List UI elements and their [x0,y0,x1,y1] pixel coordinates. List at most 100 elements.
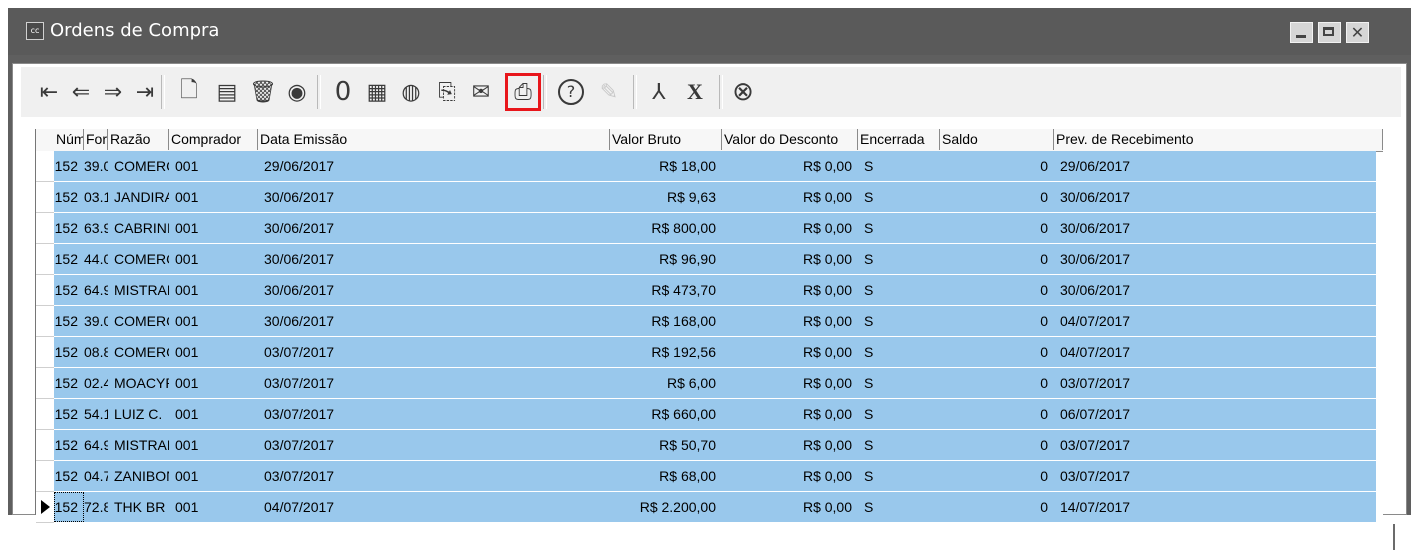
table-cell[interactable]: R$ 800,00 [610,213,722,243]
table-row[interactable]: 152 64.9 MISTRAL 001 03/07/2017 R$ 50,70 R$ 0,… [36,430,1383,461]
table-cell[interactable]: MISTRAL [108,430,169,460]
table-cell[interactable]: S [858,213,940,243]
row-indicator[interactable] [36,368,54,399]
table-cell[interactable]: S [858,492,940,522]
table-cell[interactable]: S [858,461,940,491]
table-row[interactable]: 15208.8COMERC00103/07/2017R$ 192,56R$ 0,… [36,337,1383,368]
table-cell[interactable]: 30/06/2017 [258,306,610,336]
table-cell[interactable]: MISTRAL [108,275,169,305]
table-cell[interactable]: R$ 50,70 [610,430,722,460]
table-cell[interactable]: 152 [54,430,84,460]
table-row[interactable]: 152 03.1 JANDIRA 001 30/06/2017 R$ 9,63 R$ 0,0… [36,182,1383,213]
table-cell[interactable]: 30/06/2017 [258,275,610,305]
table-cell[interactable]: S [858,244,940,274]
title-bar[interactable]: cc Ordens de Compra ✕ [8,8,1411,55]
chart-button[interactable]: ◍ [393,73,429,111]
new-document-button[interactable]: 🗋 [171,73,207,111]
pdf-button[interactable]: ⅄ [641,73,677,111]
table-cell[interactable]: 152 [54,151,84,181]
table-cell[interactable]: 001 [169,244,258,274]
table-cell[interactable]: R$ 192,56 [610,337,722,367]
table-row[interactable]: 15239.0COMERC00129/06/2017R$ 18,00R$ 0,0… [36,151,1383,182]
table-cell[interactable]: COMERC [108,337,169,367]
table-cell[interactable]: S [858,399,940,429]
table-cell[interactable]: 72.8 [84,492,108,522]
table-cell[interactable]: 0 [940,213,1054,243]
table-cell[interactable]: 0 [940,461,1054,491]
table-cell[interactable]: 0 [940,399,1054,429]
table-cell[interactable]: 04/07/2017 [1054,337,1383,367]
column-header[interactable]: Saldo [940,129,1054,150]
table-cell[interactable]: 152 [54,213,84,243]
table-cell[interactable]: R$ 473,70 [610,275,722,305]
table-cell[interactable]: R$ 18,00 [610,151,722,181]
table-cell[interactable]: R$ 9,63 [610,182,722,212]
column-header[interactable]: Prev. de Recebimento [1054,129,1383,150]
table-cell[interactable]: R$ 168,00 [610,306,722,336]
table-cell[interactable]: S [858,275,940,305]
table-cell[interactable]: 001 [169,275,258,305]
table-cell[interactable]: 001 [169,337,258,367]
column-header[interactable]: Valor Bruto [610,129,722,150]
table-cell[interactable]: 001 [169,306,258,336]
table-cell[interactable]: 03/07/2017 [1054,461,1383,491]
table-cell[interactable]: R$ 0,00 [722,368,858,398]
table-cell[interactable]: 152 [54,492,84,522]
row-indicator[interactable] [36,275,54,306]
table-row[interactable]: 15244.0COMERC00130/06/2017R$ 96,90R$ 0,0… [36,244,1383,275]
table-cell[interactable]: ZANIBONI [108,461,169,491]
view-button[interactable]: ◉ [279,73,315,111]
table-cell[interactable]: 39.0 [84,151,108,181]
email-button[interactable]: ✉ [463,73,499,111]
table-cell[interactable]: 03/07/2017 [1054,430,1383,460]
help-button[interactable]: ? [553,73,589,111]
last-record-button[interactable]: ⇥ [127,73,163,111]
table-cell[interactable]: THK BR [108,492,169,522]
first-record-button[interactable]: ⇤ [31,73,67,111]
table-cell[interactable]: 152 [54,244,84,274]
table-cell[interactable]: S [858,430,940,460]
table-cell[interactable]: 152 [54,399,84,429]
table-cell[interactable]: R$ 0,00 [722,213,858,243]
maximize-button[interactable] [1318,22,1341,43]
row-indicator[interactable] [36,244,54,275]
table-cell[interactable]: R$ 0,00 [722,430,858,460]
table-cell[interactable]: 001 [169,151,258,181]
table-cell[interactable]: 02.4 [84,368,108,398]
table-cell[interactable]: COMERC [108,244,169,274]
table-cell[interactable]: 03/07/2017 [258,337,610,367]
table-cell[interactable]: R$ 0,00 [722,399,858,429]
table-cell[interactable]: 08.8 [84,337,108,367]
table-cell[interactable]: 152 [54,337,84,367]
edit-button[interactable]: ▤ [209,73,245,111]
table-cell[interactable]: 03/07/2017 [258,368,610,398]
table-cell[interactable]: R$ 0,00 [722,306,858,336]
zero-button[interactable]: 0 [325,73,361,111]
table-cell[interactable]: 30/06/2017 [1054,182,1383,212]
table-cell[interactable]: 001 [169,430,258,460]
table-cell[interactable]: 29/06/2017 [258,151,610,181]
table-cell[interactable]: R$ 2.200,00 [610,492,722,522]
table-cell[interactable]: 04/07/2017 [258,492,610,522]
document-search-button[interactable]: ⎘ [429,73,465,111]
table-cell[interactable]: 30/06/2017 [1054,244,1383,274]
table-cell[interactable]: S [858,306,940,336]
table-cell[interactable]: 152 [54,275,84,305]
table-cell[interactable]: 001 [169,492,258,522]
table-cell[interactable]: 30/06/2017 [1054,213,1383,243]
table-cell[interactable]: MOACYR [108,368,169,398]
column-header[interactable]: Valor do Desconto [722,129,858,150]
table-cell[interactable]: S [858,182,940,212]
table-cell[interactable]: R$ 0,00 [722,275,858,305]
table-cell[interactable]: 0 [940,151,1054,181]
table-cell[interactable]: 30/06/2017 [258,244,610,274]
table-cell[interactable]: 03/07/2017 [258,430,610,460]
table-cell[interactable]: 0 [940,337,1054,367]
table-cell[interactable]: 001 [169,182,258,212]
table-cell[interactable]: 03/07/2017 [1054,368,1383,398]
table-cell[interactable]: R$ 0,00 [722,182,858,212]
table-cell[interactable]: COMERC [108,151,169,181]
table-cell[interactable]: 0 [940,492,1054,522]
table-cell[interactable]: 03/07/2017 [258,461,610,491]
table-cell[interactable]: JANDIRA [108,182,169,212]
